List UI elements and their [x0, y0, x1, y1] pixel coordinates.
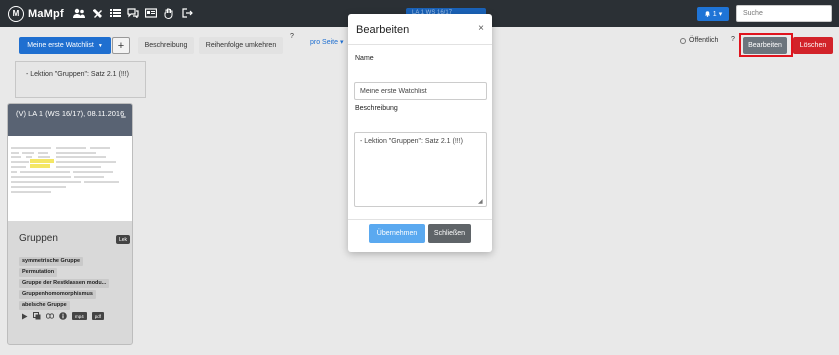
- description-label: Beschreibung: [355, 105, 398, 112]
- brand[interactable]: M MaMpf: [8, 5, 64, 22]
- brand-logo-icon: M: [8, 5, 24, 22]
- list-icon[interactable]: [109, 6, 121, 20]
- tag[interactable]: symmetrische Gruppe: [19, 257, 84, 266]
- card-type-badge: Lek: [116, 235, 130, 244]
- modal-header: Bearbeiten ×: [348, 14, 492, 45]
- apply-button[interactable]: Übernehmen: [369, 224, 425, 243]
- tools-icon[interactable]: [91, 6, 103, 20]
- play-icon[interactable]: [20, 312, 28, 320]
- copy-icon[interactable]: [33, 312, 41, 320]
- comments-icon[interactable]: [127, 6, 139, 20]
- nav-icons: [73, 6, 193, 20]
- collapse-icon[interactable]: −: [121, 111, 126, 123]
- close-button[interactable]: Schließen: [428, 224, 471, 243]
- per-page-label: pro Seite: [310, 39, 339, 46]
- notification-button[interactable]: 1 ▾: [697, 7, 729, 21]
- logout-icon[interactable]: [181, 6, 193, 20]
- card-header[interactable]: (V) LA 1 (WS 16/17), 08.11.2016 −: [8, 104, 132, 136]
- link-icon[interactable]: [46, 312, 54, 320]
- modal-footer-divider: [348, 219, 492, 220]
- watchlist-dropdown[interactable]: Meine erste Watchlist ▼: [19, 37, 111, 54]
- card-footer: mp4 pdf: [20, 312, 105, 320]
- mp4-download-badge[interactable]: mp4: [72, 312, 87, 320]
- card-thumbnail[interactable]: [8, 136, 132, 221]
- caret-down-icon: ▾: [339, 39, 344, 46]
- card-body: Gruppen Lek symmetrische Gruppe Permutat…: [8, 221, 132, 344]
- tag[interactable]: Gruppenhomomorphismus: [19, 290, 96, 299]
- add-watchlist-button[interactable]: +: [112, 37, 130, 54]
- modal-title: Bearbeiten: [356, 24, 410, 36]
- per-page-dropdown[interactable]: pro Seite ▾: [310, 38, 344, 46]
- card-title[interactable]: Gruppen: [19, 233, 58, 244]
- close-icon[interactable]: ×: [478, 23, 484, 34]
- caret-down-icon: ▼: [97, 42, 103, 49]
- edit-button-highlight: [739, 33, 793, 57]
- info-icon[interactable]: [59, 312, 67, 320]
- watchlist-description: - Lektion "Gruppen": Satz 2.1 (!!!): [15, 61, 146, 98]
- edit-modal: Bearbeiten × Name Beschreibung - Lektion…: [348, 14, 492, 252]
- public-help-icon[interactable]: ?: [731, 36, 735, 43]
- hand-icon[interactable]: [163, 6, 175, 20]
- users-icon[interactable]: [73, 6, 85, 20]
- public-label: Öffentlich: [689, 37, 719, 44]
- description-button[interactable]: Beschreibung: [138, 37, 194, 54]
- tag[interactable]: Permutation: [19, 268, 58, 277]
- card-icon[interactable]: [145, 6, 157, 20]
- brand-title: MaMpf: [28, 7, 64, 20]
- name-label: Name: [355, 55, 374, 62]
- tag[interactable]: Gruppe der Restklassen modu...: [19, 279, 110, 288]
- pdf-download-badge[interactable]: pdf: [91, 312, 105, 320]
- help-icon[interactable]: ?: [290, 33, 294, 40]
- description-field[interactable]: - Lektion "Gruppen": Satz 2.1 (!!!): [354, 132, 487, 207]
- public-toggle[interactable]: Öffentlich: [680, 37, 718, 44]
- resize-grip-icon[interactable]: ◢: [478, 198, 483, 205]
- bell-icon: [704, 10, 711, 19]
- card-header-title: (V) LA 1 (WS 16/17), 08.11.2016: [16, 109, 125, 118]
- delete-button[interactable]: Löschen: [793, 37, 833, 54]
- chevron-down-icon: ▾: [718, 11, 723, 18]
- tag[interactable]: abelsche Gruppe: [19, 301, 70, 310]
- watchlist-dropdown-label: Meine erste Watchlist: [27, 42, 94, 49]
- media-card: (V) LA 1 (WS 16/17), 08.11.2016 − Gruppe…: [7, 103, 133, 345]
- public-radio[interactable]: [680, 37, 686, 44]
- notification-count: 1: [712, 10, 717, 18]
- reverse-order-button[interactable]: Reihenfolge umkehren: [199, 37, 283, 54]
- search-input[interactable]: Suche: [736, 5, 832, 22]
- name-field[interactable]: [354, 82, 487, 100]
